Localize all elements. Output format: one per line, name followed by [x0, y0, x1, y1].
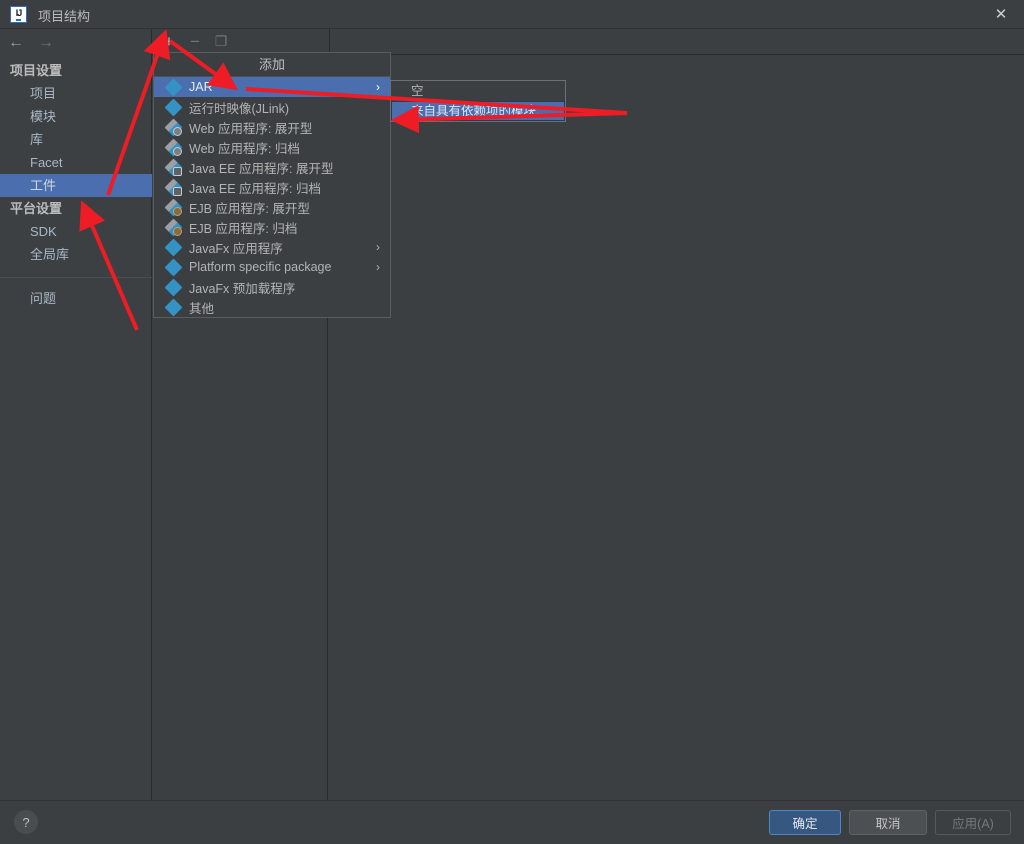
- artifact-ejb-icon: [164, 218, 183, 236]
- menu-item-jar[interactable]: JAR ›: [154, 77, 390, 97]
- apply-button: 应用(A): [935, 810, 1011, 835]
- sidebar-item-project[interactable]: 项目: [0, 82, 152, 105]
- sidebar-item-problems[interactable]: 问题: [0, 287, 152, 310]
- intellij-logo-icon: IJ: [10, 6, 27, 23]
- menu-item-java-ee-application-exploded[interactable]: Java EE 应用程序: 展开型: [154, 157, 390, 177]
- menu-item-web-application-archive[interactable]: Web 应用程序: 归档: [154, 137, 390, 157]
- chevron-right-icon: ›: [376, 240, 380, 254]
- back-arrow-icon[interactable]: ←: [8, 34, 24, 51]
- menu-item-label: Platform specific package: [189, 260, 332, 274]
- artifact-icon: [164, 258, 183, 276]
- artifact-javaee-icon: [164, 178, 183, 196]
- forward-arrow-icon[interactable]: →: [38, 34, 54, 51]
- menu-item-platform-specific-package[interactable]: Platform specific package ›: [154, 257, 390, 277]
- cancel-button[interactable]: 取消: [849, 810, 927, 835]
- menu-item-label: EJB 应用程序: 展开型: [189, 201, 310, 216]
- sidebar-group-platform-settings: 平台设置: [10, 201, 63, 216]
- toolbar-divider: [329, 29, 330, 54]
- submenu-item-from-modules-with-dependencies[interactable]: 来自具有依赖项的模块...: [391, 101, 565, 121]
- sidebar-item-artifacts[interactable]: 工件: [0, 174, 152, 197]
- menu-item-label: JAR: [189, 80, 213, 94]
- sidebar-item-sdks[interactable]: SDK: [0, 220, 152, 243]
- sidebar-item-modules[interactable]: 模块: [0, 105, 152, 128]
- artifact-icon: [164, 278, 183, 296]
- menu-item-label: EJB 应用程序: 归档: [189, 221, 298, 236]
- artifact-ejb-icon: [164, 198, 183, 216]
- menu-item-java-ee-application-archive[interactable]: Java EE 应用程序: 归档: [154, 177, 390, 197]
- menu-item-javafx-application[interactable]: JavaFx 应用程序 ›: [154, 237, 390, 257]
- artifact-icon: [164, 78, 183, 96]
- menu-item-other[interactable]: 其他: [154, 297, 390, 317]
- help-icon[interactable]: ?: [14, 810, 38, 834]
- artifact-details-panel: [329, 55, 1024, 800]
- sidebar-item-libraries[interactable]: 库: [0, 128, 152, 151]
- settings-sidebar: ← → 项目设置 项目 模块 库 Facet 工件 平台设置 SDK 全局库 问…: [0, 29, 152, 800]
- menu-item-label: Web 应用程序: 归档: [189, 141, 300, 156]
- menu-item-web-application-exploded[interactable]: Web 应用程序: 展开型: [154, 117, 390, 137]
- project-structure-dialog: IJ 项目结构 ✕ ← → 项目设置 项目 模块 库 Facet 工件 平台设置…: [0, 0, 1024, 844]
- jar-submenu: 空 来自具有依赖项的模块...: [390, 80, 566, 122]
- copy-artifact-button[interactable]: ❐: [208, 29, 234, 54]
- sidebar-group-project-settings: 项目设置: [10, 63, 63, 78]
- menu-item-javafx-preloader[interactable]: JavaFx 预加载程序: [154, 277, 390, 297]
- chevron-right-icon: ›: [376, 260, 380, 274]
- menu-item-ejb-application-archive[interactable]: EJB 应用程序: 归档: [154, 217, 390, 237]
- artifact-icon: [164, 298, 183, 316]
- menu-item-label: Java EE 应用程序: 归档: [189, 181, 321, 196]
- artifact-web-icon: [164, 118, 183, 136]
- menu-item-runtime-image[interactable]: 运行时映像(JLink): [154, 97, 390, 117]
- artifact-javaee-icon: [164, 158, 183, 176]
- logo-text: IJ: [15, 8, 22, 21]
- chevron-right-icon: ›: [376, 80, 380, 94]
- ok-button[interactable]: 确定: [769, 810, 841, 835]
- menu-item-label: 其他: [189, 301, 215, 316]
- sidebar-item-facets[interactable]: Facet: [0, 151, 152, 174]
- add-artifact-popup-menu: 添加 JAR › 运行时映像(JLink) Web 应用程序: 展开型 Web …: [153, 52, 391, 318]
- menu-item-label: Java EE 应用程序: 展开型: [189, 161, 334, 176]
- artifact-icon: [164, 238, 183, 256]
- artifact-web-icon: [164, 138, 183, 156]
- submenu-item-empty[interactable]: 空: [391, 81, 565, 101]
- popup-menu-title: 添加: [154, 53, 390, 77]
- menu-item-label: Web 应用程序: 展开型: [189, 121, 313, 136]
- remove-artifact-button[interactable]: −: [182, 29, 208, 54]
- nav-arrows: ← →: [0, 29, 152, 56]
- menu-item-label: JavaFx 预加载程序: [189, 281, 296, 296]
- artifact-icon: [164, 98, 183, 116]
- sidebar-list: 项目设置 项目 模块 库 Facet 工件 平台设置 SDK 全局库 问题: [0, 59, 152, 310]
- title-bar: IJ 项目结构 ✕: [0, 0, 1024, 29]
- dialog-button-bar: ? 确定 取消 应用(A): [0, 800, 1024, 844]
- add-artifact-button[interactable]: +: [156, 29, 182, 54]
- menu-item-ejb-application-exploded[interactable]: EJB 应用程序: 展开型: [154, 197, 390, 217]
- window-title: 项目结构: [38, 9, 91, 24]
- menu-item-label: JavaFx 应用程序: [189, 241, 283, 256]
- close-icon[interactable]: ✕: [978, 0, 1024, 28]
- sidebar-item-global-libraries[interactable]: 全局库: [0, 243, 152, 266]
- menu-item-label: 运行时映像(JLink): [189, 101, 290, 116]
- sidebar-divider: [0, 277, 152, 278]
